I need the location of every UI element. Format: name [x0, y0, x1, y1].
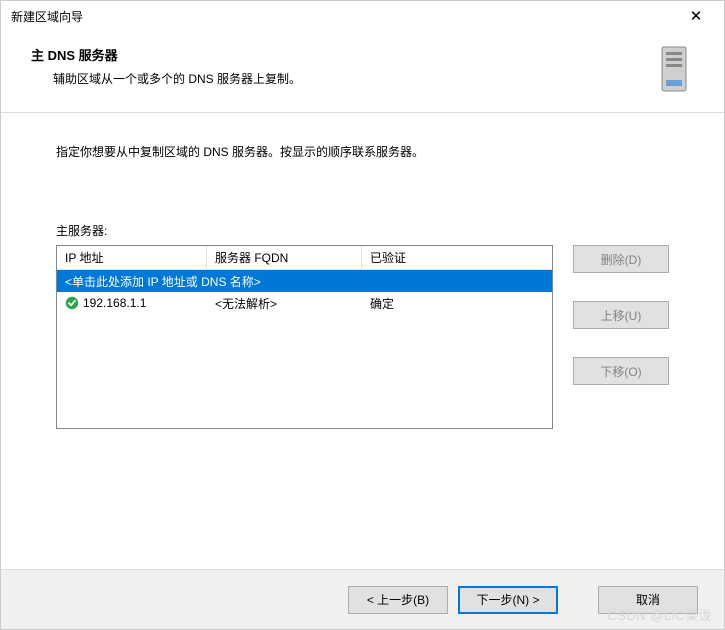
server-grid[interactable]: IP 地址 服务器 FQDN 已验证 <单击此处添加 IP 地址或 DNS 名称… — [56, 245, 553, 429]
col-header-fqdn[interactable]: 服务器 FQDN — [207, 246, 362, 270]
row-ip: 192.168.1.1 — [83, 296, 146, 310]
row-fqdn: <无法解析> — [207, 293, 362, 314]
content-area: 指定你想要从中复制区域的 DNS 服务器。按显示的顺序联系服务器。 主服务器: … — [1, 113, 724, 439]
titlebar: 新建区域向导 ✕ — [1, 1, 724, 31]
grid-area: IP 地址 服务器 FQDN 已验证 <单击此处添加 IP 地址或 DNS 名称… — [56, 245, 669, 429]
list-label: 主服务器: — [56, 222, 669, 239]
placeholder-text[interactable]: <单击此处添加 IP 地址或 DNS 名称> — [57, 271, 552, 292]
grid-header: IP 地址 服务器 FQDN 已验证 — [57, 246, 552, 270]
check-icon — [65, 296, 79, 310]
col-header-verified[interactable]: 已验证 — [362, 246, 552, 270]
footer: < 上一步(B) 下一步(N) > 取消 — [1, 569, 724, 629]
window-title: 新建区域向导 — [11, 8, 83, 25]
server-icon — [654, 45, 694, 96]
cancel-button[interactable]: 取消 — [598, 586, 698, 614]
wizard-dialog: 新建区域向导 ✕ 主 DNS 服务器 辅助区域从一个或多个的 DNS 服务器上复… — [0, 0, 725, 630]
header-text: 主 DNS 服务器 辅助区域从一个或多个的 DNS 服务器上复制。 — [31, 45, 301, 87]
header-heading: 主 DNS 服务器 — [31, 45, 301, 64]
move-up-button[interactable]: 上移(U) — [573, 301, 669, 329]
side-buttons: 删除(D) 上移(U) 下移(O) — [573, 245, 669, 429]
grid-placeholder-row[interactable]: <单击此处添加 IP 地址或 DNS 名称> — [57, 270, 552, 292]
back-button[interactable]: < 上一步(B) — [348, 586, 448, 614]
header: 主 DNS 服务器 辅助区域从一个或多个的 DNS 服务器上复制。 — [1, 31, 724, 106]
col-header-ip[interactable]: IP 地址 — [57, 246, 207, 270]
next-button[interactable]: 下一步(N) > — [458, 586, 558, 614]
delete-button[interactable]: 删除(D) — [573, 245, 669, 273]
instruction-text: 指定你想要从中复制区域的 DNS 服务器。按显示的顺序联系服务器。 — [56, 143, 669, 160]
move-down-button[interactable]: 下移(O) — [573, 357, 669, 385]
close-icon[interactable]: ✕ — [676, 7, 716, 25]
header-subtitle: 辅助区域从一个或多个的 DNS 服务器上复制。 — [31, 70, 301, 87]
row-verified: 确定 — [362, 293, 552, 314]
grid-data-row[interactable]: 192.168.1.1 <无法解析> 确定 — [57, 292, 552, 314]
